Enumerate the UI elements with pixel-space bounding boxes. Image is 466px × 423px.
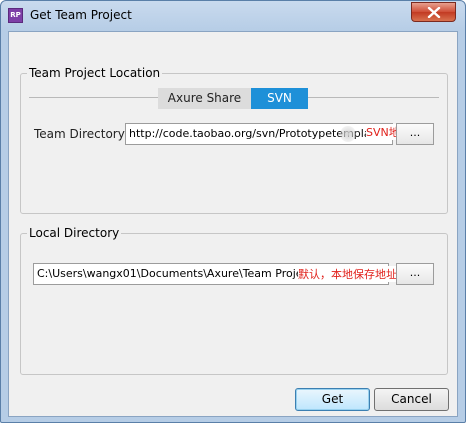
team-directory-label: Team Directory: xyxy=(34,127,129,141)
team-project-location-title: Team Project Location xyxy=(27,66,163,80)
local-directory-group xyxy=(20,233,448,375)
window-title: Get Team Project xyxy=(30,8,132,22)
local-directory-title: Local Directory xyxy=(27,226,122,240)
cursor-blur-mark xyxy=(340,126,356,142)
title-bar[interactable]: RP Get Team Project xyxy=(1,1,465,31)
axure-rp-icon: RP xyxy=(8,8,23,23)
local-directory-value: C:\Users\wangx01\Documents\Axure\Team Pr… xyxy=(37,267,319,280)
dialog-window: RP Get Team Project Team Project Locatio… xyxy=(0,0,466,423)
dialog-body: Team Project Location Axure Share SVN Te… xyxy=(8,31,458,417)
local-directory-annotation: 默认，本地保存地址 xyxy=(298,266,397,282)
close-button[interactable] xyxy=(411,2,456,22)
team-directory-value: http://code.taobao.org/svn/Prototypetemp… xyxy=(129,127,375,140)
tab-axure-share[interactable]: Axure Share xyxy=(158,88,251,109)
close-icon xyxy=(427,7,441,18)
tab-svn[interactable]: SVN xyxy=(251,88,308,109)
team-directory-browse-button[interactable]: ... xyxy=(396,123,434,145)
get-button[interactable]: Get xyxy=(295,388,370,411)
local-directory-browse-button[interactable]: ... xyxy=(396,263,434,285)
cancel-button[interactable]: Cancel xyxy=(374,388,449,411)
